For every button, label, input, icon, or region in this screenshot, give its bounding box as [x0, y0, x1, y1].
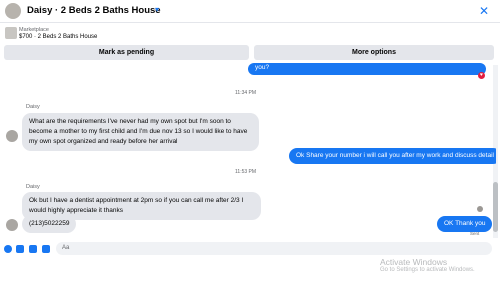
sticker-icon[interactable] [16, 245, 24, 253]
listing-name: $700 · 2 Beds 2 Baths House [19, 34, 98, 40]
gif-icon[interactable] [42, 245, 50, 253]
more-options-button[interactable]: More options [254, 45, 494, 60]
chat-title[interactable]: Daisy · 2 Beds 2 Baths House [27, 5, 161, 16]
composer: Aa [0, 239, 500, 259]
message-text: OK Thank you [444, 220, 486, 227]
message-text: Ok Share your number i will call you aft… [296, 152, 494, 159]
message-text: Ok but I have a dentist appointment at 2… [29, 197, 244, 214]
mark-as-pending-button[interactable]: Mark as pending [4, 45, 249, 60]
timestamp: 11:53 PM [235, 169, 257, 175]
message-list: you? ♥ 11:34 PM Daisy What are the requi… [0, 63, 496, 238]
message-incoming[interactable]: What are the requirements I've never had… [22, 113, 259, 151]
message-incoming[interactable]: (213)5022259 [22, 215, 77, 233]
sender-avatar [6, 130, 18, 142]
message-outgoing[interactable]: you? [248, 63, 486, 75]
message-text: What are the requirements I've never had… [29, 118, 248, 145]
message-text: (213)5022259 [29, 220, 70, 227]
message-outgoing[interactable]: Ok Share your number i will call you aft… [289, 148, 496, 164]
gallery-icon[interactable] [29, 245, 37, 253]
plus-icon[interactable] [4, 245, 12, 253]
sender-name: Daisy [26, 184, 40, 190]
close-icon[interactable]: ✕ [478, 5, 490, 17]
timestamp: 11:34 PM [235, 90, 257, 96]
message-outgoing[interactable]: OK Thank you [437, 216, 493, 232]
sender-name: Daisy [26, 104, 40, 110]
sender-avatar [6, 219, 18, 231]
listing-info[interactable]: Marketplace $700 · 2 Beds 2 Baths House [0, 23, 500, 44]
message-text: you? [255, 64, 270, 71]
heart-reaction-icon: ♥ [478, 72, 485, 79]
message-input[interactable]: Aa [56, 242, 492, 255]
seen-avatar [477, 206, 483, 212]
avatar[interactable] [5, 3, 21, 19]
chevron-down-icon[interactable]: ▾ [155, 6, 163, 14]
chat-header: Daisy · 2 Beds 2 Baths House ▾ ✕ [0, 0, 500, 23]
activation-watermark-subtitle: Go to Settings to activate Windows. [380, 267, 475, 273]
listing-thumbnail [5, 27, 17, 39]
listing-source: Marketplace [19, 27, 49, 33]
sent-status: Sent [470, 231, 480, 236]
